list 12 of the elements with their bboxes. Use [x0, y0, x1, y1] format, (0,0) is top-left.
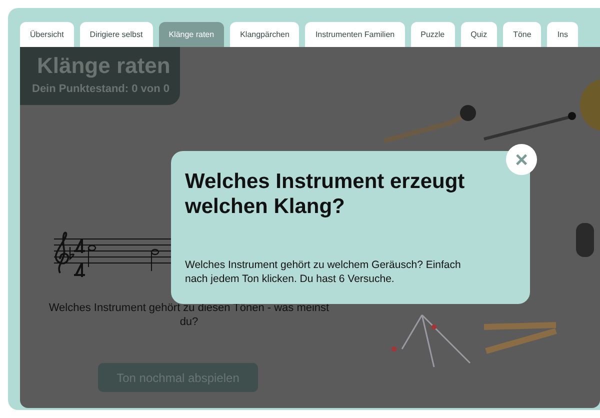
dialog-title: Welches Instrument erzeugt welchen Klang?	[185, 169, 466, 220]
tab[interactable]: Quiz	[460, 22, 498, 47]
score-text: Dein Punktestand: 0 von 0	[32, 83, 171, 95]
dialog-text: Welches Instrument gehört zu welchem Geräusch? Einfach nach jedem Ton klicken. Du hast 6 Versuche.	[185, 258, 462, 286]
tab[interactable]: Töne	[503, 22, 542, 47]
tab[interactable]: Puzzle	[410, 22, 455, 47]
tab[interactable]: Dirigiere selbst	[80, 22, 153, 47]
game-title: Klänge raten	[36, 53, 172, 79]
tab[interactable]: Instrumenten Familien	[305, 22, 405, 47]
tab[interactable]: Klangpärchen	[230, 22, 300, 47]
tab[interactable]: Ins	[547, 22, 578, 47]
tab[interactable]: Übersicht	[20, 22, 74, 47]
